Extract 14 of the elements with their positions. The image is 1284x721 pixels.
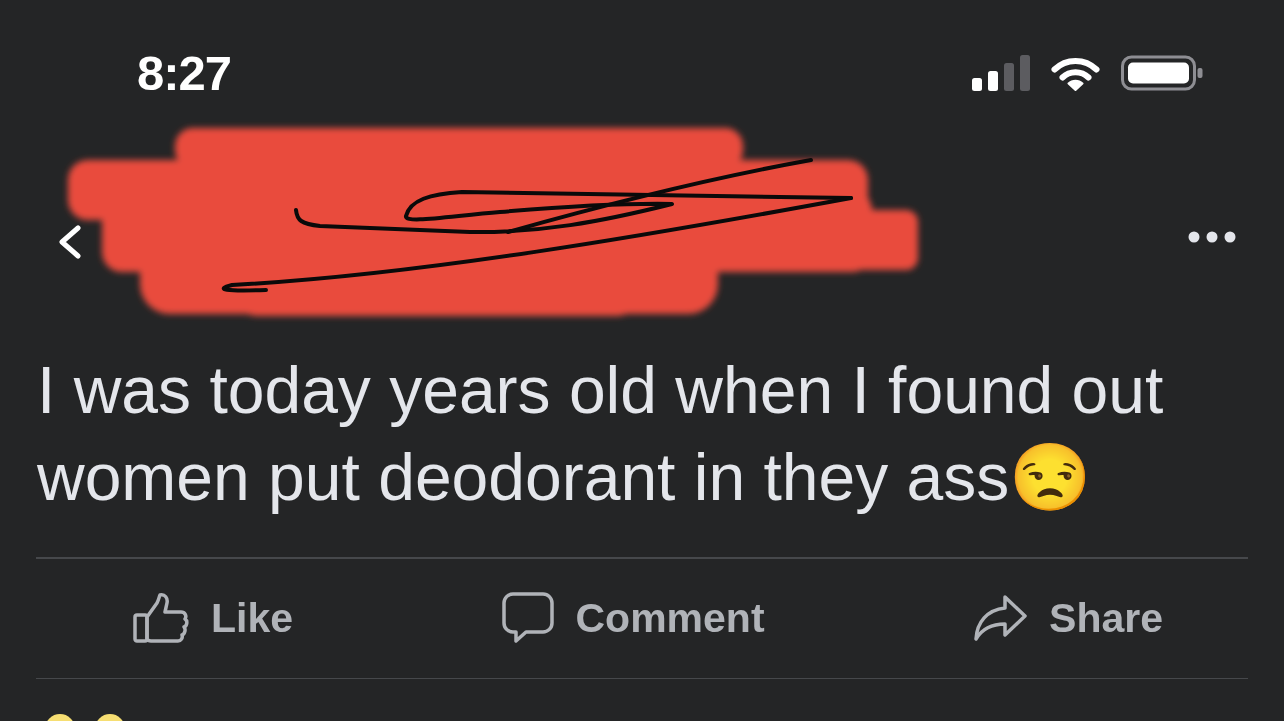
more-options-icon[interactable] xyxy=(1188,231,1236,243)
battery-icon xyxy=(1121,55,1203,91)
post-text: I was today years old when I found out women put deodorant in they ass😒 xyxy=(37,352,1165,516)
reaction-icon xyxy=(95,714,125,721)
share-arrow-icon xyxy=(973,594,1028,642)
thumbs-up-icon xyxy=(133,593,189,643)
reaction-icon xyxy=(45,714,75,721)
speech-bubble-icon xyxy=(501,592,554,644)
share-button[interactable]: Share xyxy=(973,594,1163,642)
like-button[interactable]: Like xyxy=(133,593,294,643)
wifi-icon xyxy=(1050,55,1101,91)
cellular-signal-icon xyxy=(972,55,1030,91)
status-time: 8:27 xyxy=(137,48,232,98)
comment-button[interactable]: Comment xyxy=(501,592,765,644)
